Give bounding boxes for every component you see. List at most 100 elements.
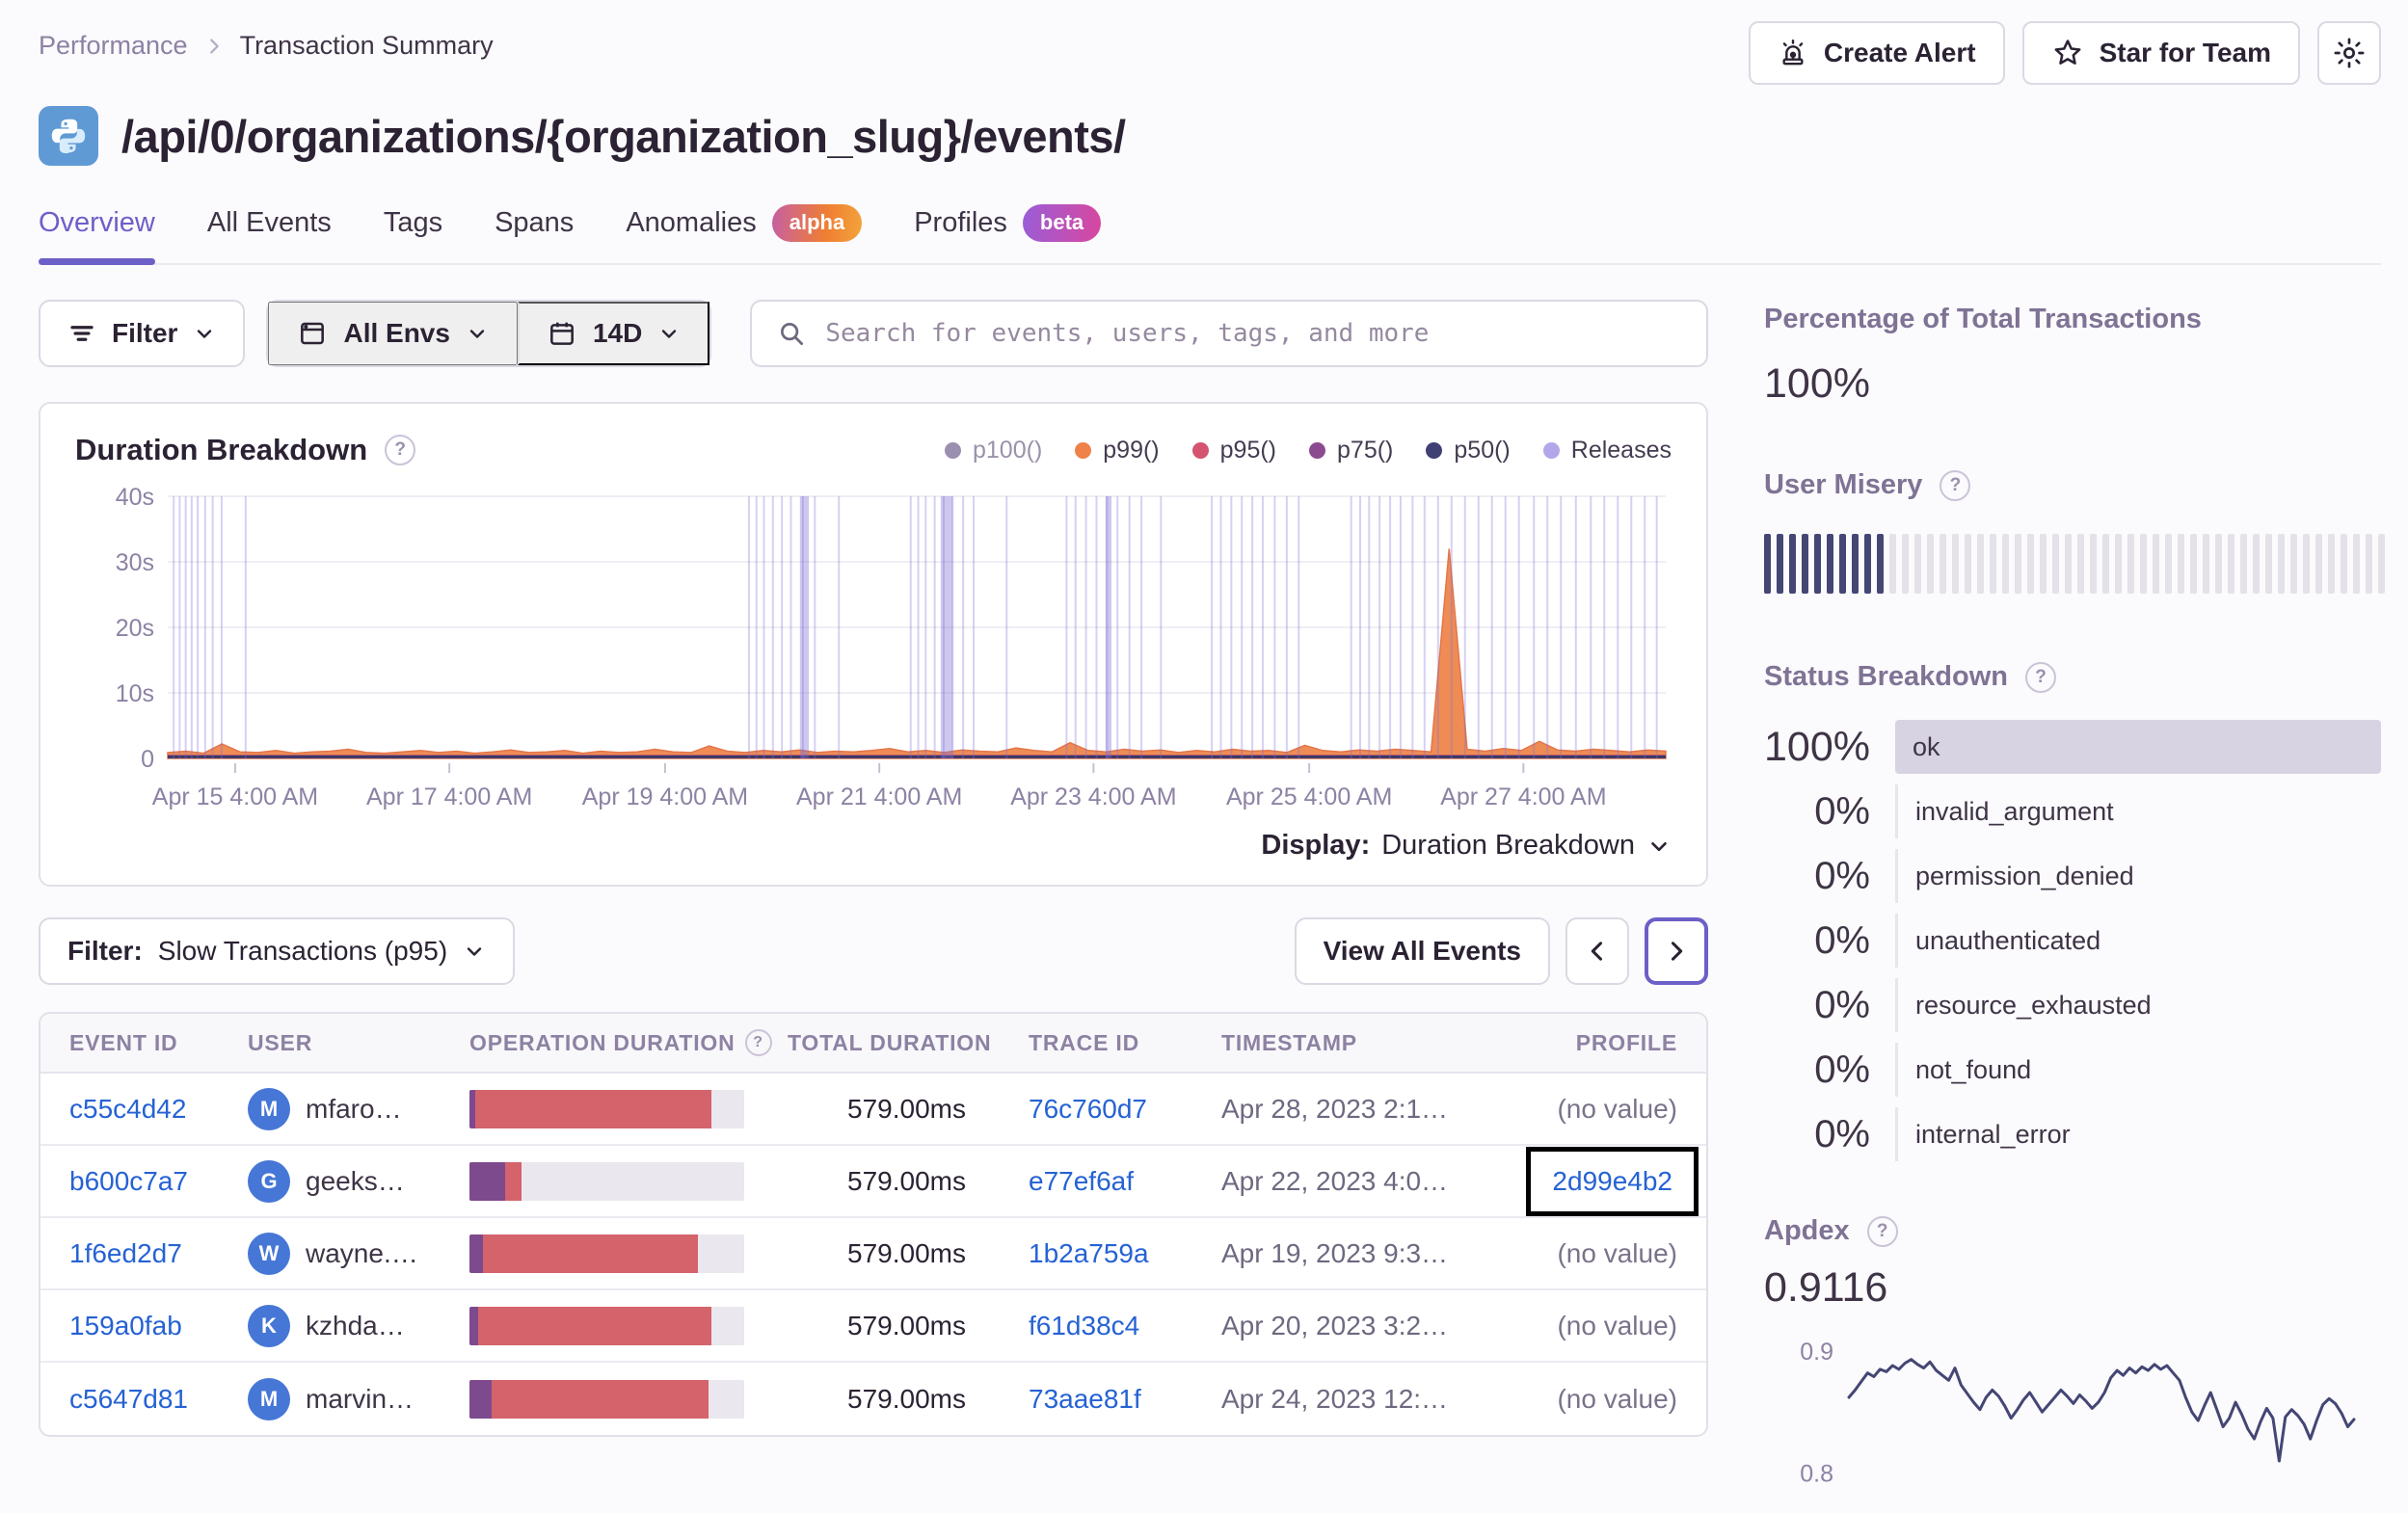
profile-cell: (no value) [1557, 1311, 1677, 1341]
event-id-link[interactable]: 159a0fab [69, 1311, 182, 1340]
legend-dot [1191, 441, 1209, 459]
legend-item-label: p50() [1454, 436, 1511, 464]
trace-id-link[interactable]: e77ef6af [1029, 1166, 1134, 1196]
legend-item-p75[interactable]: p75() [1309, 437, 1393, 465]
legend-item-p95[interactable]: p95() [1191, 437, 1276, 465]
trace-id-link[interactable]: f61d38c4 [1029, 1311, 1139, 1340]
column-header-user[interactable]: USER [248, 1030, 469, 1056]
duration-breakdown-chart: 0 10s 20s 30s 40s Apr 15 4:00 AM Apr 17 4:00 A… [75, 481, 1672, 820]
user-name: marvin… [306, 1383, 415, 1414]
tab-overview-label: Overview [39, 207, 155, 238]
operation-duration-bar [469, 1306, 744, 1345]
misery-tick [1764, 534, 1771, 594]
misery-tick [1827, 534, 1833, 594]
svg-text:Apr 21 4:00 AM: Apr 21 4:00 AM [796, 783, 962, 810]
misery-tick [2040, 534, 2047, 594]
misery-tick [1889, 534, 1896, 594]
status-breakdown-section: Status Breakdown ? 100% ok 0% invalid_argum… [1764, 661, 2381, 1161]
trace-id-link[interactable]: 76c760d7 [1029, 1094, 1147, 1124]
duration-breakdown-header: Duration Breakdown ? p100() p99() p95() p75… [75, 433, 1672, 467]
top-actions: Create Alert Star for Team [1748, 21, 2381, 85]
tab-profiles[interactable]: Profiles beta [914, 204, 1102, 263]
star-for-team-button[interactable]: Star for Team [2021, 21, 2300, 85]
legend-item-p50[interactable]: p50() [1426, 436, 1511, 465]
legend-item-p100[interactable]: p100() [945, 437, 1042, 465]
misery-tick [2303, 534, 2310, 594]
search-input[interactable] [825, 319, 1681, 348]
tab-all-events[interactable]: All Events [207, 204, 332, 263]
total-duration-cell: 579.00ms [847, 1165, 966, 1196]
legend-item-label: p100() [973, 436, 1043, 464]
previous-page-button[interactable] [1565, 917, 1629, 985]
help-icon: ? [2025, 661, 2056, 693]
view-all-events-button[interactable]: View All Events [1294, 917, 1550, 985]
profile-cell: 2d99e4b2 [1526, 1146, 1699, 1216]
settings-button[interactable] [2317, 21, 2381, 85]
tab-tags[interactable]: Tags [384, 204, 442, 263]
event-id-link[interactable]: b600c7a7 [69, 1166, 188, 1196]
operation-duration-bar [469, 1379, 744, 1419]
tab-anomalies-label: Anomalies [626, 207, 757, 238]
main-column: Filter All Envs 14D Search for events, u… [39, 300, 1708, 1437]
chevron-right-icon [203, 36, 225, 57]
tab-overview[interactable]: Overview [39, 204, 155, 265]
chevron-left-icon [1584, 938, 1611, 965]
display-value: Duration Breakdown [1381, 830, 1635, 861]
column-header-event-id[interactable]: EVENT ID [69, 1030, 248, 1056]
calendar-icon [547, 318, 577, 349]
column-header-trace-id[interactable]: TRACE ID [1029, 1030, 1221, 1056]
event-id-link[interactable]: 1f6ed2d7 [69, 1238, 182, 1268]
timestamp-cell: Apr 28, 2023 2:1… [1221, 1093, 1449, 1124]
status-percent: 100% [1764, 723, 1870, 770]
alpha-badge: alpha [771, 204, 863, 242]
tab-anomalies[interactable]: Anomalies alpha [626, 204, 863, 263]
svg-text:10s: 10s [116, 680, 154, 707]
profile-link[interactable]: 2d99e4b2 [1552, 1166, 1672, 1197]
profile-cell: (no value) [1557, 1238, 1677, 1269]
column-header-operation-duration[interactable]: OPERATION DURATION ? [469, 1029, 788, 1056]
event-id-link[interactable]: c55c4d42 [69, 1094, 186, 1124]
status-row-internal_error: 0% internal_error [1764, 1107, 2381, 1161]
event-id-cell: b600c7a7 [69, 1166, 248, 1197]
summary-sidebar: Percentage of Total Transactions 100% Us… [1764, 300, 2385, 1513]
legend-dot [1309, 441, 1326, 459]
create-alert-button[interactable]: Create Alert [1748, 21, 2005, 85]
event-id-link[interactable]: c5647d81 [69, 1384, 188, 1414]
percent-total-transactions-section: Percentage of Total Transactions 100% [1764, 304, 2381, 408]
column-header-profile[interactable]: PROFILE [1482, 1030, 1677, 1056]
misery-tick [1914, 534, 1921, 594]
column-header-total-duration[interactable]: TOTAL DURATION [788, 1030, 1029, 1056]
transactions-filter-dropdown[interactable]: Filter: Slow Transactions (p95) [39, 917, 516, 985]
status-row-ok: 100% ok [1764, 720, 2381, 774]
status-breakdown-rows: 100% ok 0% invalid_argument 0% permission_den… [1764, 720, 2381, 1161]
misery-tick [2077, 534, 2084, 594]
date-range-dropdown[interactable]: 14D [517, 302, 710, 365]
legend-item-Releases[interactable]: Releases [1542, 437, 1672, 465]
duration-breakdown-title: Duration Breakdown ? [75, 433, 416, 467]
user-name: wayne.… [306, 1237, 418, 1268]
environments-dropdown[interactable]: All Envs [268, 302, 518, 365]
legend-item-label: p75() [1337, 436, 1394, 464]
title-row: /api/0/organizations/{organization_slug}… [39, 106, 2381, 166]
tab-spans[interactable]: Spans [495, 204, 574, 263]
trace-id-link[interactable]: 1b2a759a [1029, 1238, 1149, 1268]
legend-item-p99[interactable]: p99() [1075, 437, 1160, 465]
misery-tick [2366, 534, 2372, 594]
misery-tick [1877, 534, 1884, 594]
next-page-button[interactable] [1645, 917, 1708, 985]
breadcrumb-performance[interactable]: Performance [39, 31, 188, 61]
profile-no-value: (no value) [1557, 1383, 1677, 1414]
misery-tick [1952, 534, 1959, 594]
filter-dropdown[interactable]: Filter [39, 300, 246, 367]
gear-icon [2332, 36, 2367, 70]
misery-tick [1927, 534, 1934, 594]
column-header-timestamp[interactable]: TIMESTAMP [1221, 1030, 1482, 1056]
duration-segment-purple [469, 1306, 478, 1345]
user-name: mfaro… [306, 1093, 402, 1124]
tab-all-events-label: All Events [206, 207, 332, 238]
profile-no-value: (no value) [1557, 1237, 1677, 1268]
timestamp-cell: Apr 20, 2023 3:2… [1221, 1310, 1449, 1340]
display-dropdown[interactable]: Duration Breakdown [1381, 830, 1672, 862]
misery-tick [2328, 534, 2335, 594]
trace-id-link[interactable]: 73aae81f [1029, 1384, 1141, 1414]
